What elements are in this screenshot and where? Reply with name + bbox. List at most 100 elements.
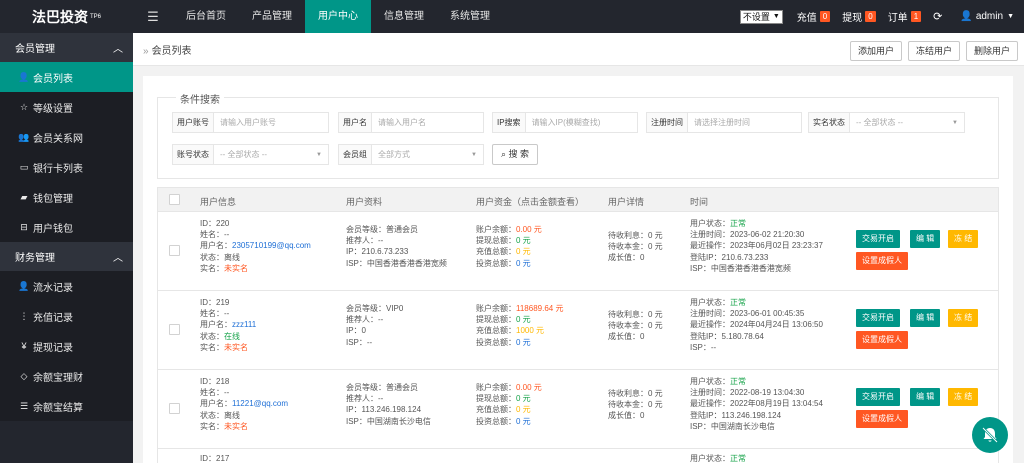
withdraw-total-label: 提现总额： <box>476 236 516 246</box>
set-fake-button[interactable]: 设置成假人 <box>856 331 908 349</box>
search-button[interactable]: ⌕ 搜 索 <box>492 144 539 165</box>
status-label: 状态： <box>200 410 224 420</box>
username-input[interactable]: 请输入用户名 <box>372 113 483 132</box>
recharge-total-value[interactable]: 0 元 <box>516 247 531 256</box>
freeze-button[interactable]: 冻 结 <box>948 230 979 248</box>
user-status-value: 正常 <box>730 377 746 386</box>
balance-value[interactable]: 118689.64 元 <box>516 304 563 313</box>
sidebar-item-yuebao-settle[interactable]: ☰ 余额宝结算 <box>0 391 133 421</box>
edit-button[interactable]: 编 辑 <box>910 230 941 248</box>
sidebar-item-yuebao[interactable]: ◇ 余额宝理财 <box>0 361 133 391</box>
sidebar-item-label: 提现记录 <box>33 342 73 354</box>
user-isp: ISP：中国湖南长沙电信 <box>346 416 431 426</box>
sidebar-item-levels[interactable]: ☆ 等级设置 <box>0 92 133 122</box>
freeze-user-button[interactable]: 冻结用户 <box>907 41 960 61</box>
sidebar-group-finance[interactable]: 财务管理 ︿ <box>0 242 133 271</box>
set-fake-button[interactable]: 设置成假人 <box>856 252 908 270</box>
member-group-select[interactable]: 全部方式 <box>372 145 483 164</box>
withdraw-total-value[interactable]: 0 元 <box>516 394 531 403</box>
sidebar-item-bank-cards[interactable]: ▭ 银行卡列表 <box>0 152 133 182</box>
invest-total-value[interactable]: 0 元 <box>516 417 531 426</box>
withdraw-label: 提现 <box>842 13 863 24</box>
pending-interest: 待收利息：0 元 <box>608 310 663 319</box>
table-header: 用户信息 用户资料 用户资金（点击金额查看） 用户详情 时间 <box>157 187 999 212</box>
row-checkbox[interactable] <box>169 403 180 414</box>
setting-select[interactable]: 不设置 ▼ <box>739 9 783 24</box>
sidebar-item-withdraw[interactable]: ¥ 提现记录 <box>0 331 133 361</box>
enable-trade-button[interactable]: 交易开启 <box>856 309 900 327</box>
content-card: 条件搜索 用户账号 请输入用户账号 用户名 请输入用户名 IP搜索 请输入IP(… <box>143 76 1013 463</box>
withdraw-notice[interactable]: 提现 0 <box>842 9 876 24</box>
freeze-button[interactable]: 冻 结 <box>948 309 979 327</box>
user-auth: 实名：未实名 <box>200 263 311 274</box>
sidebar-item-member-list[interactable]: 👤 会员列表 <box>0 62 133 92</box>
user-detail-cell: 待收利息：0 元 待收本金：0 元 成长值：0 <box>608 230 663 264</box>
chevron-down-icon: ▼ <box>316 152 322 158</box>
recharge-total-value[interactable]: 0 元 <box>516 405 531 414</box>
invest-total-value[interactable]: 0 元 <box>516 338 531 347</box>
freeze-button[interactable]: 冻 结 <box>948 388 979 406</box>
user-info-cell: ID：219 姓名：-- 用户名：zzz111 状态：在线 实名：未实名 <box>200 297 256 353</box>
user-isp: ISP：中国香港香港香港宽频 <box>346 258 447 268</box>
user-id: ID：218 <box>200 377 230 386</box>
order-notice[interactable]: 订单 1 <box>888 9 922 24</box>
status-value: 离线 <box>224 252 240 262</box>
row-checkbox[interactable] <box>169 324 180 335</box>
row-checkbox[interactable] <box>169 245 180 256</box>
nav-item-info[interactable]: 信息管理 <box>371 0 437 33</box>
recharge-count-badge: 0 <box>819 11 831 22</box>
nav-item-system[interactable]: 系统管理 <box>437 0 503 33</box>
username-link[interactable]: zzz111 <box>232 320 256 329</box>
sidebar-item-flow[interactable]: 👤 流水记录 <box>0 271 133 301</box>
invest-total-label: 投资总额： <box>476 416 516 426</box>
add-user-button[interactable]: 添加用户 <box>849 41 902 61</box>
float-action-button[interactable] <box>972 417 1008 453</box>
set-fake-button[interactable]: 设置成假人 <box>856 410 908 428</box>
menu-toggle-icon[interactable]: ☰ <box>133 9 173 25</box>
refresh-icon[interactable]: ⟳ <box>933 10 942 23</box>
balance-value[interactable]: 0.00 元 <box>516 383 542 392</box>
top-right-tools: 不设置 ▼ 充值 0 提现 0 订单 1 ⟳ 👤 admin ▼ <box>739 0 1024 33</box>
sidebar-item-user-wallet[interactable]: ⊟ 用户钱包 <box>0 212 133 242</box>
referrer: 推荐人：-- <box>346 236 384 246</box>
username-link[interactable]: 11221@qq.com <box>232 399 288 408</box>
nav-item-products[interactable]: 产品管理 <box>239 0 305 33</box>
sidebar-item-wallets[interactable]: ▰ 钱包管理 <box>0 182 133 212</box>
pending-interest: 待收利息：0 元 <box>608 389 663 398</box>
search-legend: 条件搜索 <box>176 91 224 106</box>
sidebar-item-recharge[interactable]: ⋮ 充值记录 <box>0 301 133 331</box>
enable-trade-button[interactable]: 交易开启 <box>856 388 900 406</box>
enable-trade-button[interactable]: 交易开启 <box>856 230 900 248</box>
reg-time-input[interactable]: 请选择注册时间 <box>688 113 801 132</box>
register-time: 注册时间：2022-08-19 13:04:30 <box>690 388 805 398</box>
user-status-value: 正常 <box>730 454 746 463</box>
sidebar-item-relations[interactable]: 👥 会员关系网 <box>0 122 133 152</box>
card-icon: ▭ <box>19 161 29 172</box>
edit-button[interactable]: 编 辑 <box>910 309 941 327</box>
real-status-select[interactable]: -- 全部状态 -- <box>850 113 964 132</box>
app-logo[interactable]: 法巴投资 TP6 <box>0 0 133 33</box>
sidebar-group-members[interactable]: 会员管理 ︿ <box>0 33 133 62</box>
edit-button[interactable]: 编 辑 <box>910 388 941 406</box>
username-label: 用户名： <box>200 399 232 409</box>
user-isp: ISP：-- <box>346 337 373 347</box>
ip-input[interactable]: 请输入IP(模糊查找) <box>526 113 637 132</box>
withdraw-total-value[interactable]: 0 元 <box>516 315 531 324</box>
nav-item-home[interactable]: 后台首页 <box>173 0 239 33</box>
select-all-checkbox[interactable] <box>169 194 180 205</box>
user-menu[interactable]: 👤 admin ▼ <box>960 11 1014 22</box>
yen-icon: ¥ <box>21 341 27 351</box>
account-status-select[interactable]: -- 全部状态 -- <box>214 145 328 164</box>
delete-user-button[interactable]: 删除用户 <box>965 41 1018 61</box>
account-input[interactable]: 请输入用户账号 <box>214 113 328 132</box>
user-status: 用户状态：正常 <box>690 453 746 463</box>
balance-value[interactable]: 0.00 元 <box>516 225 542 234</box>
invest-total-value[interactable]: 0 元 <box>516 259 531 268</box>
withdraw-total-value[interactable]: 0 元 <box>516 236 531 245</box>
recharge-notice[interactable]: 充值 0 <box>797 9 831 24</box>
nav-item-users[interactable]: 用户中心 <box>305 0 371 33</box>
username-link[interactable]: 2305710199@qq.com <box>232 241 311 250</box>
user-status-value: 正常 <box>730 219 746 228</box>
sidebar: 会员管理 ︿ 👤 会员列表 ☆ 等级设置 👥 会员关系网 ▭ 银行卡列表 ▰ 钱包管理 ⊟ 用… <box>0 33 133 463</box>
recharge-total-value[interactable]: 1000 元 <box>516 326 544 335</box>
